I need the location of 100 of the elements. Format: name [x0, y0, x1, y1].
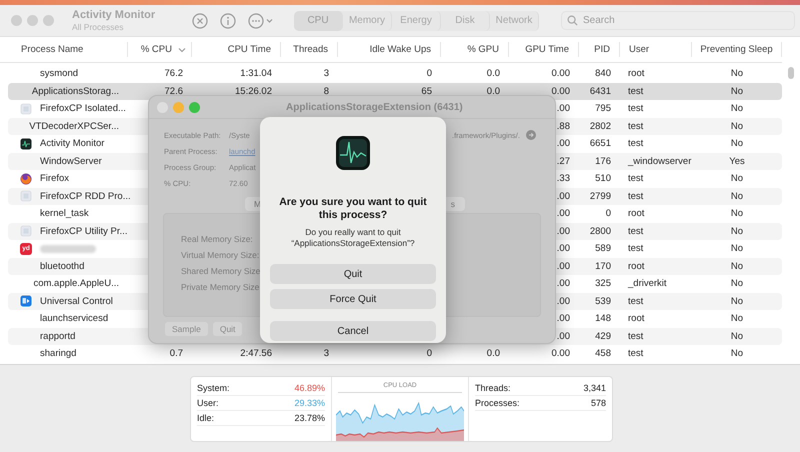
process-name: Universal Control: [40, 296, 113, 307]
stat-value: 23.78%: [294, 412, 325, 422]
user-name: root: [628, 208, 644, 220]
user-name: test: [628, 190, 644, 202]
preventing-sleep: No: [730, 243, 744, 254]
gpu-time: .00: [556, 296, 570, 307]
user-name: test: [628, 243, 644, 254]
thread-count: 3: [324, 348, 329, 360]
gpu-time: .00: [556, 226, 570, 237]
thread-count: 8: [324, 86, 329, 97]
gpu-time: .00: [556, 313, 570, 324]
preventing-sleep: No: [730, 348, 744, 360]
pid: 2799: [590, 190, 611, 202]
gpu-time: .00: [556, 190, 570, 202]
window-title: Activity Monitor: [72, 9, 156, 21]
preventing-sleep: No: [730, 86, 744, 97]
user-name: root: [628, 313, 644, 324]
gpu-time: 0.00: [552, 348, 570, 360]
idle-wake-ups: 0: [426, 348, 432, 360]
user-name: _driverkit: [628, 278, 667, 290]
process-name: FirefoxCP RDD Pro...: [40, 190, 131, 202]
process-name: FirefoxCP Isolated...: [40, 103, 126, 114]
preventing-sleep: No: [730, 296, 744, 307]
preventing-sleep: No: [730, 226, 744, 237]
cpu-time: 1:31.04: [240, 68, 272, 80]
pid: 539: [595, 296, 611, 307]
preventing-sleep: No: [730, 260, 744, 272]
process-name: sharingd: [40, 348, 76, 360]
process-name: VTDecoderXPCSer...: [29, 120, 119, 132]
gpu-percent: 0.0: [486, 86, 500, 97]
preventing-sleep: No: [730, 208, 744, 220]
pid: 0: [606, 208, 611, 220]
process-name: Activity Monitor: [40, 138, 104, 150]
user-name: test: [628, 173, 644, 184]
user-name: test: [628, 138, 644, 150]
process-name: rapportd: [40, 330, 76, 342]
stat-label: Idle:: [197, 412, 214, 422]
stat-label: Processes:: [475, 398, 520, 408]
stat-value: 578: [590, 398, 606, 408]
pid: 170: [595, 260, 611, 272]
pid: 148: [595, 313, 611, 324]
process-name: launchservicesd: [40, 313, 108, 324]
window-subtitle: All Processes: [72, 22, 124, 32]
field-label: Shared Memory Size: [181, 266, 260, 278]
stat-value: 46.89%: [294, 382, 325, 392]
user-name: test: [628, 296, 644, 307]
preventing-sleep: No: [730, 278, 744, 290]
cpu-percent: 72.6: [164, 86, 183, 97]
process-name: com.apple.AppleU...: [33, 278, 119, 290]
user-name: test: [628, 103, 644, 114]
cpu-percent: 0.7: [170, 348, 183, 360]
alert-title: Are you sure you want to quit this process?: [278, 196, 428, 222]
gpu-time: .00: [556, 278, 570, 290]
stat-value: 3,341: [583, 382, 606, 392]
user-name: test: [628, 348, 644, 360]
process-name: kernel_task: [40, 208, 89, 220]
process-name: WindowServer: [40, 156, 102, 167]
pid: 6431: [590, 86, 611, 97]
user-name: test: [628, 226, 644, 237]
user-name: root: [628, 68, 644, 80]
field-label: Real Memory Size:: [181, 234, 253, 246]
pid: 589: [595, 243, 611, 254]
cpu-time: 15:26.02: [235, 86, 272, 97]
user-name: root: [628, 260, 644, 272]
gpu-time: 0.00: [552, 68, 570, 80]
gpu-time: .00: [556, 243, 570, 254]
cpu-time: 2:47.56: [240, 348, 272, 360]
field-label: Virtual Memory Size:: [181, 250, 260, 262]
preventing-sleep: No: [730, 138, 744, 150]
pid: 2802: [590, 120, 611, 132]
gpu-time: .33: [556, 173, 570, 184]
user-name: test: [628, 86, 644, 97]
gpu-time: 0.00: [552, 86, 570, 97]
preventing-sleep: No: [730, 313, 744, 324]
process-name: sysmond: [40, 68, 78, 80]
user-name: test: [628, 120, 644, 132]
preventing-sleep: No: [730, 190, 744, 202]
pid: 325: [595, 278, 611, 290]
pid: 840: [595, 68, 611, 80]
preventing-sleep: Yes: [729, 156, 745, 167]
gpu-time: .00: [556, 260, 570, 272]
gpu-percent: 0.0: [486, 348, 500, 360]
idle-wake-ups: 0: [426, 68, 432, 80]
preventing-sleep: No: [730, 68, 744, 80]
cpu-percent: 76.2: [164, 68, 183, 80]
preventing-sleep: No: [730, 330, 744, 342]
user-name: _windowserver: [628, 156, 692, 167]
field-label: Private Memory Size: [181, 282, 260, 294]
idle-wake-ups: 65: [421, 86, 432, 97]
gpu-time: .00: [556, 138, 570, 150]
user-name: test: [628, 330, 644, 342]
pid: 176: [595, 156, 611, 167]
gpu-time: .00: [556, 330, 570, 342]
stat-label: User:: [197, 398, 219, 408]
window-title: ApplicationsStorageExtension (6431): [286, 102, 463, 112]
process-name: bluetoothd: [40, 260, 84, 272]
gpu-percent: 0.0: [486, 68, 500, 80]
pid: 2800: [590, 226, 611, 237]
preventing-sleep: No: [730, 173, 744, 184]
thread-count: 3: [324, 68, 329, 80]
